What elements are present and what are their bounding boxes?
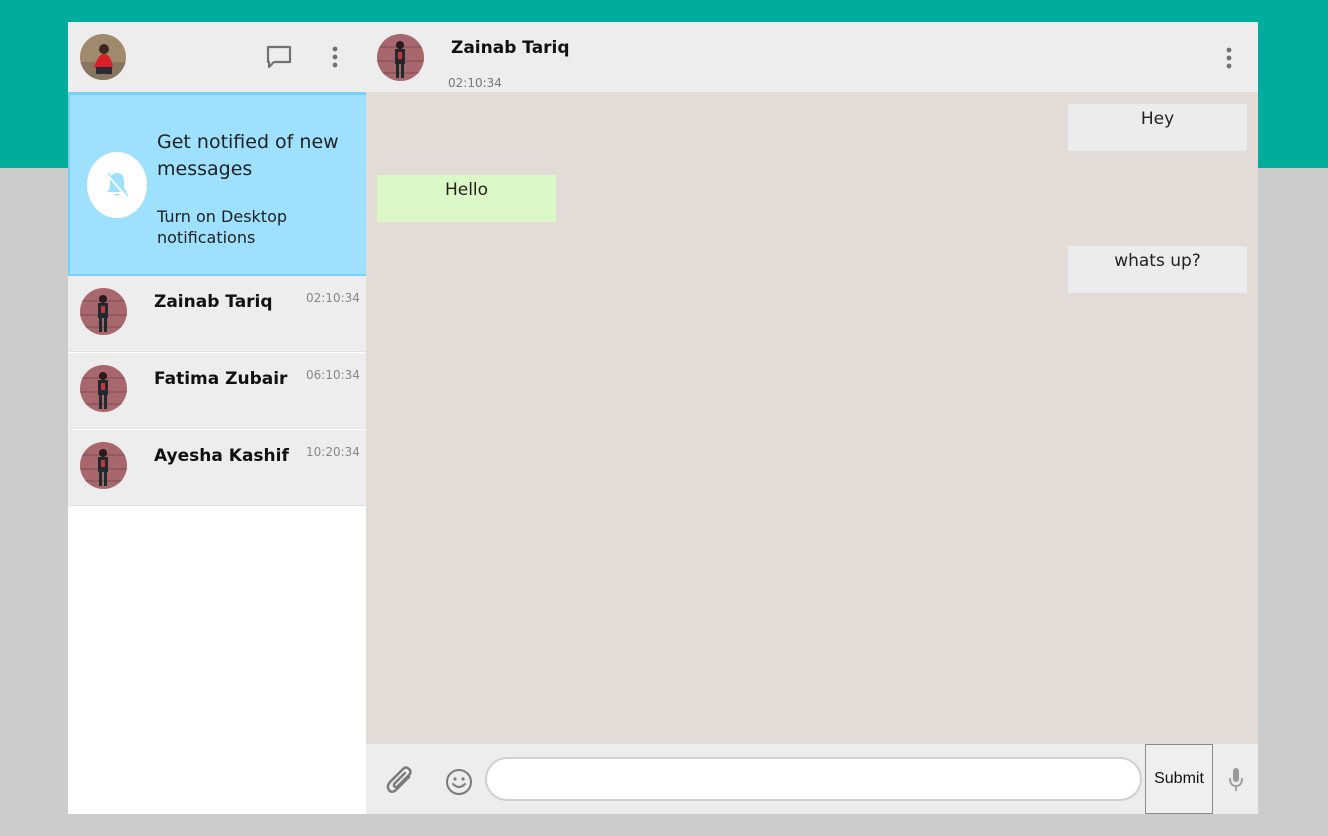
bell-off-icon xyxy=(87,152,147,218)
contact-name: Zainab Tariq xyxy=(154,292,273,312)
message-input[interactable] xyxy=(485,757,1142,801)
conversation-menu-icon[interactable] xyxy=(1221,45,1237,71)
new-chat-icon[interactable] xyxy=(264,43,294,71)
conversation-panel: Zainab Tariq 02:10:34 Hey Hello whats up… xyxy=(366,22,1258,814)
my-profile-avatar[interactable] xyxy=(80,34,126,80)
sidebar-header xyxy=(68,22,366,92)
contact-name: Fatima Zubair xyxy=(154,369,288,389)
sidebar-menu-icon[interactable] xyxy=(327,42,343,72)
conversation-header: Zainab Tariq 02:10:34 xyxy=(366,22,1258,92)
incoming-message: Hello xyxy=(377,175,556,222)
contact-time: 06:10:34 xyxy=(306,368,360,382)
contact-item[interactable]: Ayesha Kashif 10:20:34 xyxy=(68,430,366,506)
microphone-icon[interactable] xyxy=(1226,766,1246,794)
contact-time: 10:20:34 xyxy=(306,445,360,459)
submit-button[interactable]: Submit xyxy=(1145,744,1213,814)
message-composer: Submit xyxy=(366,744,1258,814)
contact-avatar xyxy=(80,442,127,489)
conversation-last-seen: 02:10:34 xyxy=(448,76,502,90)
contact-item[interactable]: Zainab Tariq 02:10:34 xyxy=(68,276,366,352)
contact-time: 02:10:34 xyxy=(306,291,360,305)
smiley-icon[interactable] xyxy=(444,767,474,797)
notification-subtitle[interactable]: Turn on Desktop notifications xyxy=(157,206,337,248)
sidebar: Get notified of new messages Turn on Des… xyxy=(68,22,366,814)
paperclip-icon[interactable] xyxy=(384,764,416,798)
notification-banner[interactable]: Get notified of new messages Turn on Des… xyxy=(68,92,366,276)
chat-app-window: Get notified of new messages Turn on Des… xyxy=(68,22,1258,814)
contact-name: Ayesha Kashif xyxy=(154,446,289,466)
outgoing-message: whats up? xyxy=(1068,246,1247,293)
conversation-contact-name: Zainab Tariq xyxy=(451,38,570,58)
outgoing-message: Hey xyxy=(1068,104,1247,151)
contact-avatar xyxy=(80,288,127,335)
notification-title: Get notified of new messages xyxy=(157,131,339,180)
contact-item[interactable]: Fatima Zubair 06:10:34 xyxy=(68,353,366,429)
conversation-avatar[interactable] xyxy=(377,34,424,81)
contact-avatar xyxy=(80,365,127,412)
